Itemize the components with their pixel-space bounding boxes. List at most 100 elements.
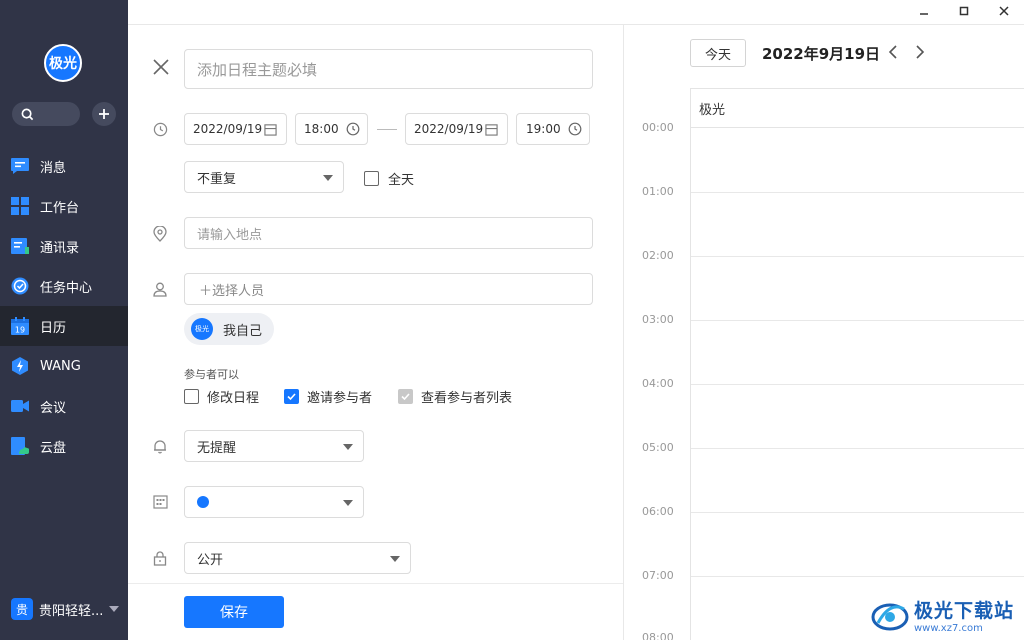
user-avatar[interactable]: 极光 — [44, 44, 82, 82]
chevron-down-icon — [390, 556, 400, 562]
day-column-header: 极光 — [691, 88, 1024, 128]
participant-avatar: 极光 — [191, 318, 213, 340]
checkbox-checked[interactable] — [284, 389, 299, 404]
hour-label: 03:00 — [642, 313, 674, 326]
hour-label: 05:00 — [642, 441, 674, 454]
watermark-main: 极光下载站 — [913, 600, 1014, 622]
maximize-button[interactable] — [944, 0, 984, 22]
visibility-select[interactable]: 公开 — [184, 542, 411, 574]
chevron-right-icon — [916, 45, 925, 59]
title-input[interactable]: 添加日程主题必填 — [184, 49, 593, 89]
start-date-value: 2022/09/19 — [193, 122, 263, 136]
all-day-label: 全天 — [388, 173, 415, 188]
schedule-form: 添加日程主题必填 2022/09/19 18:00 2022/09/19 19:… — [128, 25, 623, 640]
meeting-icon — [11, 397, 29, 415]
perm-invite-checkbox[interactable]: 邀请参与者 — [284, 387, 372, 406]
location-placeholder: 请输入地点 — [197, 227, 263, 243]
calendar-date-title: 2022年9月19日 — [762, 45, 881, 63]
plus-icon — [99, 109, 109, 119]
perm-view-label: 查看参与者列表 — [421, 391, 513, 406]
start-time-field[interactable]: 18:00 — [295, 113, 368, 145]
check-icon — [401, 393, 410, 401]
maximize-icon — [959, 6, 969, 16]
checkbox[interactable] — [364, 171, 379, 186]
title-placeholder: 添加日程主题必填 — [197, 60, 318, 79]
sidebar-item-contacts[interactable]: 通讯录 — [0, 226, 128, 266]
end-date-value: 2022/09/19 — [414, 122, 484, 136]
prev-day-button[interactable] — [885, 43, 901, 61]
location-input[interactable]: 请输入地点 — [184, 217, 593, 249]
sidebar: 极光 消息 工作台 通讯录 任务中心 19 日历 WANG 会议 云盘 贵 贵阳… — [0, 0, 128, 640]
sidebar-item-tasks[interactable]: 任务中心 — [0, 266, 128, 306]
participant-chip[interactable]: 极光 我自己 — [184, 313, 274, 345]
hour-line — [691, 576, 1024, 577]
minimize-button[interactable] — [904, 0, 944, 22]
org-switcher[interactable]: 贵 贵阳轻轻... — [11, 598, 120, 620]
all-day-checkbox[interactable]: 全天 — [364, 169, 414, 188]
save-button[interactable]: 保存 — [184, 596, 284, 628]
hour-line — [691, 384, 1024, 385]
sidebar-item-calendar[interactable]: 19 日历 — [0, 306, 128, 346]
next-day-button[interactable] — [912, 43, 928, 61]
color-select[interactable] — [184, 486, 364, 518]
location-icon — [152, 226, 168, 242]
close-window-button[interactable] — [984, 0, 1024, 22]
app-window: 极光 消息 工作台 通讯录 任务中心 19 日历 WANG 会议 云盘 贵 贵阳… — [0, 0, 1024, 640]
task-icon — [11, 277, 29, 295]
sidebar-item-label: 日历 — [40, 320, 67, 336]
lock-icon — [152, 550, 168, 566]
calendar-panel: 今天 2022年9月19日 极光 00:00 01:00 02:00 03:00… — [624, 25, 1024, 640]
permissions-title: 参与者可以 — [184, 368, 239, 381]
close-icon — [999, 6, 1009, 16]
close-form-button[interactable] — [152, 58, 170, 76]
checkbox[interactable] — [184, 389, 199, 404]
message-icon — [11, 157, 29, 175]
sidebar-item-workbench[interactable]: 工作台 — [0, 186, 128, 226]
reminder-select[interactable]: 无提醒 — [184, 430, 364, 462]
sidebar-item-messages[interactable]: 消息 — [0, 146, 128, 186]
sidebar-item-label: 消息 — [40, 160, 67, 176]
cloud-disk-icon — [11, 437, 29, 455]
workbench-icon — [11, 197, 29, 215]
sidebar-item-wang[interactable]: WANG — [0, 346, 128, 386]
search-button[interactable] — [12, 102, 80, 126]
sidebar-item-meeting[interactable]: 会议 — [0, 386, 128, 426]
chevron-left-icon — [888, 45, 897, 59]
today-button[interactable]: 今天 — [690, 39, 746, 67]
check-icon — [287, 393, 296, 401]
sidebar-item-label: WANG — [40, 358, 81, 374]
repeat-select[interactable]: 不重复 — [184, 161, 344, 193]
end-date-field[interactable]: 2022/09/19 — [405, 113, 508, 145]
calendar-small-icon — [264, 123, 277, 136]
participant-name: 我自己 — [223, 323, 263, 339]
minimize-icon — [920, 13, 928, 15]
add-button[interactable] — [92, 102, 116, 126]
participants-input[interactable]: ＋选择人员 — [184, 273, 593, 305]
start-date-field[interactable]: 2022/09/19 — [184, 113, 287, 145]
close-icon — [153, 59, 169, 75]
chevron-down-icon — [323, 175, 333, 181]
hour-label: 06:00 — [642, 505, 674, 518]
end-time-field[interactable]: 19:00 — [516, 113, 590, 145]
participants-placeholder: ＋选择人员 — [199, 283, 265, 299]
end-time-value: 19:00 — [526, 122, 561, 136]
footer-divider — [128, 583, 623, 584]
sidebar-item-label: 云盘 — [40, 440, 67, 456]
day-grid[interactable]: 极光 — [690, 88, 1024, 640]
perm-edit-checkbox[interactable]: 修改日程 — [184, 387, 259, 406]
sidebar-item-label: 通讯录 — [40, 240, 80, 256]
sidebar-item-label: 任务中心 — [40, 280, 93, 296]
sidebar-item-cloud-disk[interactable]: 云盘 — [0, 426, 128, 466]
hour-line — [691, 320, 1024, 321]
hour-label: 01:00 — [642, 185, 674, 198]
start-time-value: 18:00 — [304, 122, 339, 136]
hour-label: 00:00 — [642, 121, 674, 134]
checkbox-disabled — [398, 389, 413, 404]
calendar-icon: 19 — [11, 317, 29, 335]
sidebar-item-label: 会议 — [40, 400, 67, 416]
org-badge: 贵 — [11, 598, 33, 620]
chevron-down-icon — [343, 444, 353, 450]
hour-line — [691, 256, 1024, 257]
person-icon — [152, 281, 168, 297]
clock-small-icon — [568, 122, 582, 136]
